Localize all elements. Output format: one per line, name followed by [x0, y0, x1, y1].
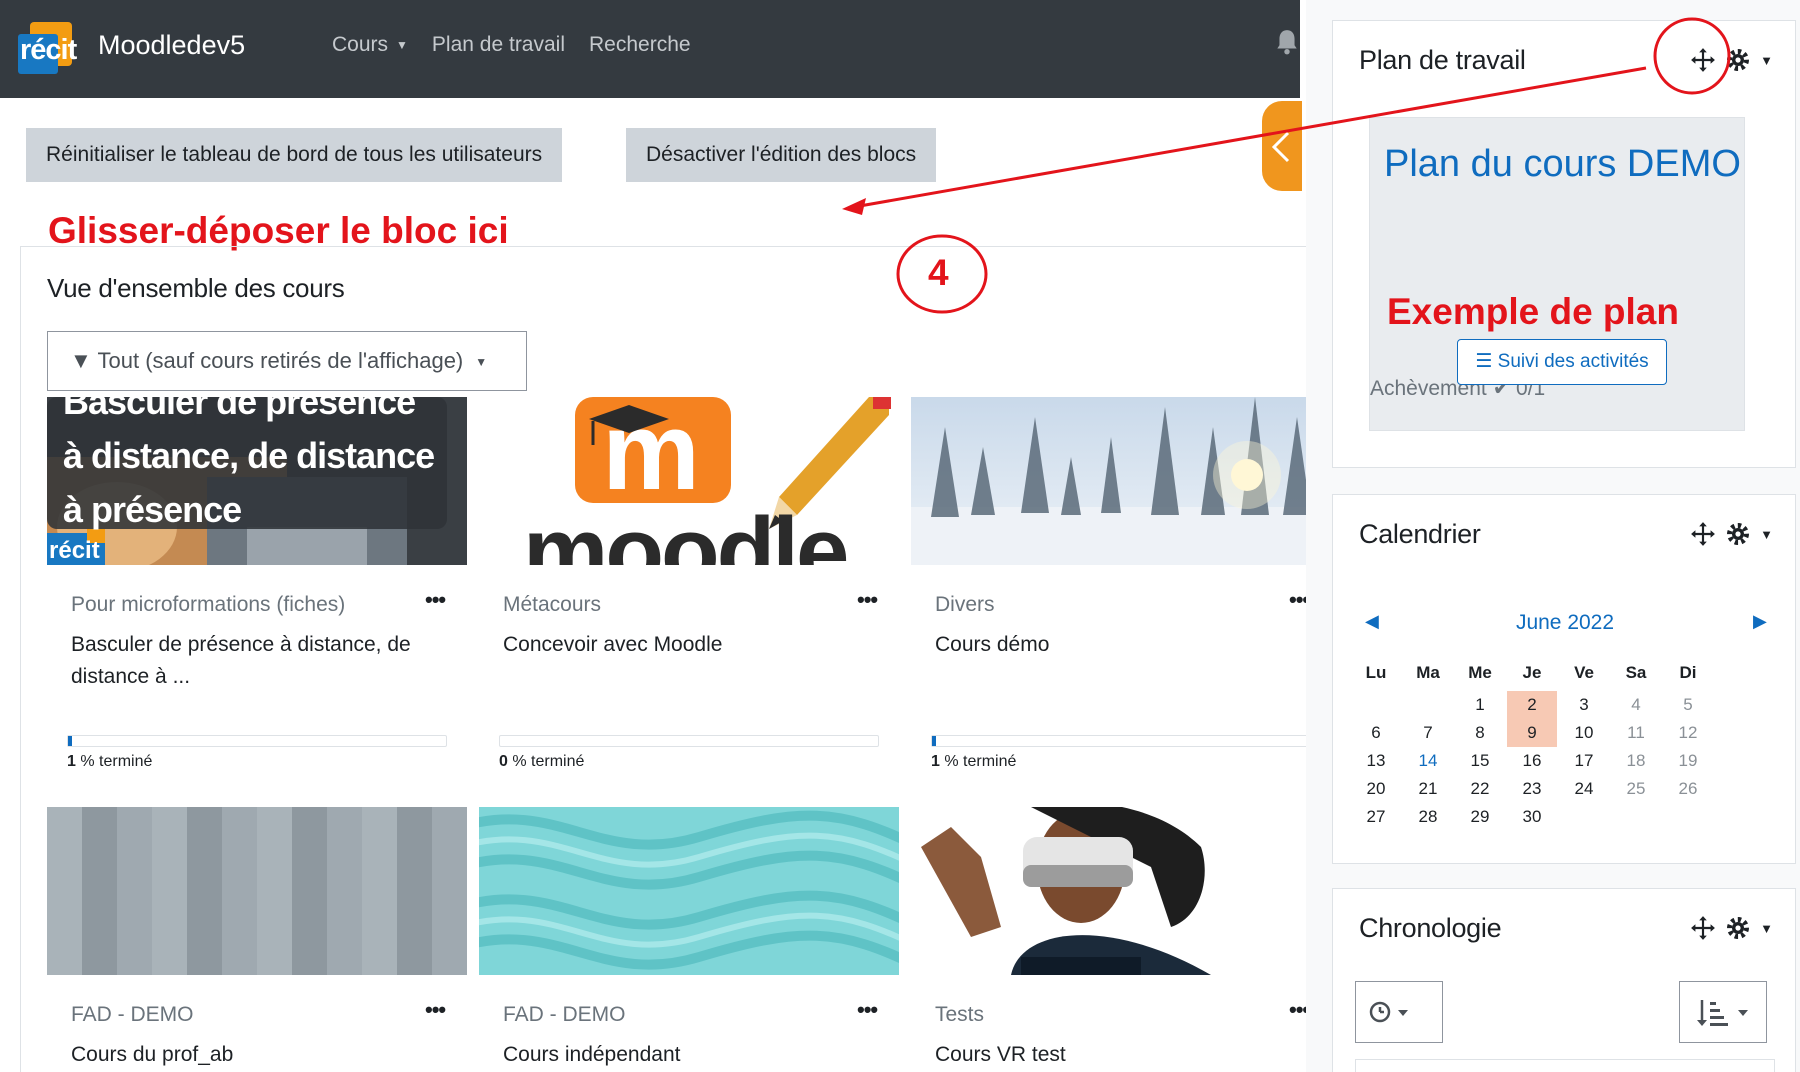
annotation-overlay	[842, 17, 1731, 314]
annotation-arrow-line	[853, 66, 1647, 209]
annotation-circle-move	[1653, 17, 1731, 95]
annotation-step-number: 4	[928, 252, 949, 293]
annotation-arrow-head	[842, 198, 866, 215]
